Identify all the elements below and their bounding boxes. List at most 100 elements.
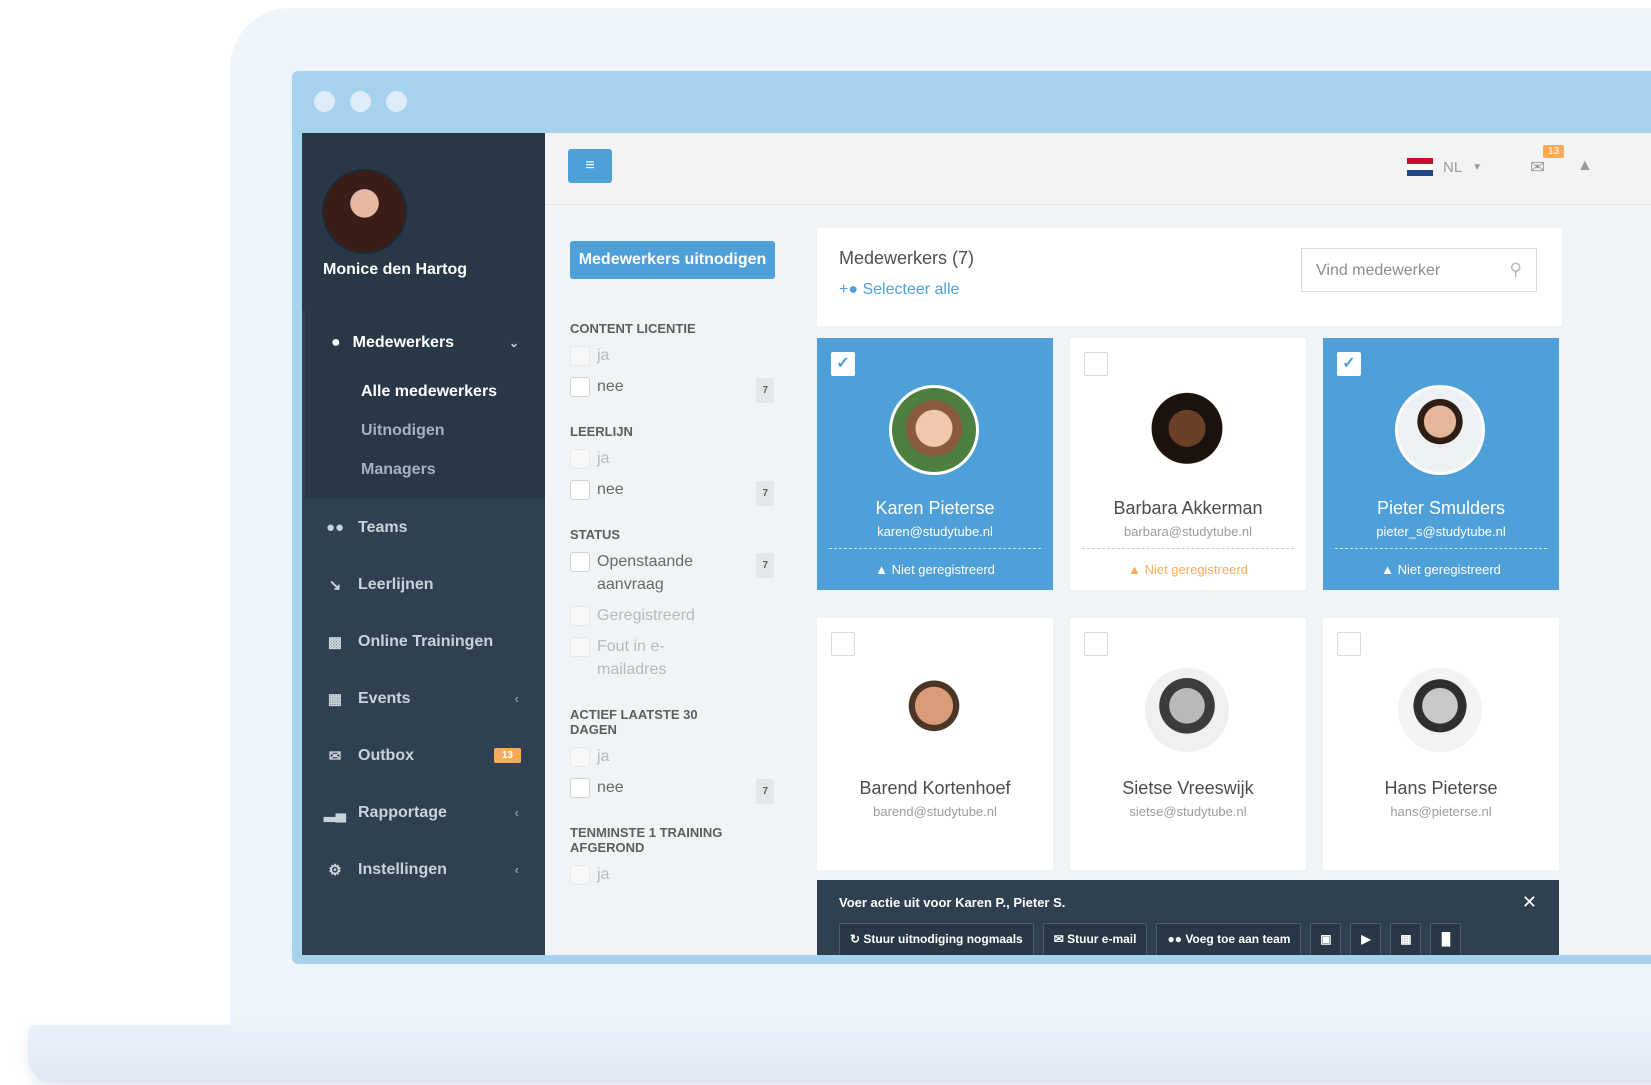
sub-item-uitnodigen[interactable]: Uitnodigen: [305, 411, 545, 450]
card-checkbox[interactable]: ✓: [831, 352, 855, 376]
language-selector[interactable]: NL ▼: [1407, 158, 1482, 176]
bulk-action-bar: Voer actie uit voor Karen P., Pieter S. …: [817, 880, 1559, 955]
close-icon[interactable]: ✕: [1522, 892, 1537, 913]
divider: [829, 548, 1041, 549]
filter-option[interactable]: nee 7: [570, 375, 780, 403]
add-user-icon: +●: [839, 281, 859, 298]
bell-icon[interactable]: ▲: [1577, 157, 1593, 175]
card-checkbox[interactable]: ✓: [1337, 352, 1361, 376]
filter-option[interactable]: Fout in e-mailadres: [570, 635, 780, 681]
card-checkbox[interactable]: [1084, 352, 1108, 376]
filter-option[interactable]: ja: [570, 863, 780, 886]
filter-title: STATUS: [570, 527, 621, 542]
card-checkbox[interactable]: [1337, 632, 1361, 656]
filter-panel: Medewerkers uitnodigen CONTENT LICENTIE …: [570, 241, 780, 886]
filter-option-label: nee: [597, 481, 624, 498]
envelope-icon: ✉: [1053, 932, 1068, 946]
resend-invite-button[interactable]: ↻ Stuur uitnodiging nogmaals: [839, 923, 1034, 955]
play-button[interactable]: ▶: [1350, 923, 1382, 955]
invite-employees-button[interactable]: Medewerkers uitnodigen: [570, 241, 775, 279]
employee-name: Hans Pieterse: [1384, 778, 1498, 798]
send-email-button[interactable]: ✉ Stuur e-mail: [1042, 923, 1148, 955]
sidebar-item-online-trainingen[interactable]: ▩ Online Trainingen: [302, 613, 545, 670]
search-input[interactable]: Vind medewerker ⚲: [1301, 248, 1537, 292]
filter-count: 7: [756, 779, 774, 804]
employee-card[interactable]: Barend Kortenhoef barend@studytube.nl: [817, 618, 1053, 870]
add-to-team-button[interactable]: ●● Voeg toe aan team: [1156, 923, 1302, 955]
page-title: Medewerkers (7): [839, 248, 975, 268]
filter-option[interactable]: ja: [570, 447, 780, 470]
checkbox[interactable]: [570, 637, 590, 657]
search-icon[interactable]: ⚲: [1510, 260, 1522, 280]
sidebar-item-leerlijnen[interactable]: ↘ Leerlijnen: [302, 556, 545, 613]
checkbox[interactable]: [570, 606, 590, 626]
employee-name: Barbara Akkerman: [1113, 498, 1263, 518]
divider: [1082, 548, 1294, 549]
profile-avatar[interactable]: [322, 169, 407, 254]
calendar-button[interactable]: ▦: [1390, 923, 1422, 955]
sub-item-managers[interactable]: Managers: [305, 450, 545, 489]
window-close-dot[interactable]: [314, 91, 335, 112]
avatar: [1142, 385, 1232, 475]
delete-button[interactable]: █: [1430, 923, 1462, 955]
sidebar-item-outbox[interactable]: ✉ Outbox 13: [302, 727, 545, 784]
employee-name: Pieter Smulders: [1376, 498, 1506, 518]
checkbox[interactable]: [570, 552, 590, 572]
avatar: [1395, 385, 1485, 475]
sidebar-item-events[interactable]: ▦ Events ‹: [302, 670, 545, 727]
employee-card[interactable]: Hans Pieterse hans@pieterse.nl: [1323, 618, 1559, 870]
sidebar-item-label: Teams: [358, 518, 408, 536]
filter-option[interactable]: ja: [570, 745, 780, 768]
checkbox[interactable]: [570, 346, 590, 366]
monitor-icon: ▩: [327, 633, 343, 651]
employees-panel-header: Medewerkers (7) +● Selecteer alle Vind m…: [817, 228, 1562, 326]
archive-button[interactable]: ▣: [1310, 923, 1342, 955]
card-checkbox[interactable]: [1084, 632, 1108, 656]
filter-option[interactable]: ja: [570, 344, 780, 367]
filter-option[interactable]: Geregistreerd: [570, 604, 780, 627]
sidebar-item-instellingen[interactable]: ⚙ Instellingen ‹: [302, 841, 545, 898]
employee-email: barbara@studytube.nl: [1123, 524, 1253, 539]
action-buttons: ↻ Stuur uitnodiging nogmaals ✉ Stuur e-m…: [839, 923, 1462, 955]
employee-card[interactable]: ✓ Karen Pieterse karen@studytube.nl ▲ Ni…: [817, 338, 1053, 590]
filter-option[interactable]: Openstaande aanvraag 7: [570, 550, 780, 596]
menu-toggle-button[interactable]: ≡: [568, 149, 612, 183]
window-maximize-dot[interactable]: [386, 91, 407, 112]
mail-icon[interactable]: ✉: [1530, 157, 1545, 178]
filter-option[interactable]: nee 7: [570, 776, 780, 804]
checkbox[interactable]: [570, 480, 590, 500]
filter-option[interactable]: nee 7: [570, 478, 780, 506]
employee-email: hans@pieterse.nl: [1390, 804, 1492, 819]
button-label: Voeg toe aan team: [1185, 932, 1291, 946]
card-checkbox[interactable]: [831, 632, 855, 656]
employee-email: pieter_s@studytube.nl: [1376, 524, 1506, 539]
status-label: Niet geregistreerd: [1397, 562, 1501, 577]
sub-item-alle-medewerkers[interactable]: Alle medewerkers: [305, 372, 545, 411]
checkbox[interactable]: [570, 377, 590, 397]
checkbox[interactable]: [570, 865, 590, 885]
sidebar: Monice den Hartog ● Medewerkers ⌄ Alle m…: [302, 133, 545, 955]
chevron-left-icon: ‹: [514, 805, 519, 820]
employee-card[interactable]: Sietse Vreeswijk sietse@studytube.nl: [1070, 618, 1306, 870]
checkbox[interactable]: [570, 747, 590, 767]
select-all-link[interactable]: +● Selecteer alle: [839, 281, 959, 299]
filter-title: TENMINSTE 1 TRAINING AFGEROND: [570, 825, 723, 855]
sidebar-item-label: Outbox: [358, 746, 414, 764]
filter-option-label: ja: [597, 748, 610, 765]
play-icon: ▶: [1361, 932, 1371, 946]
status-label: Niet geregistreerd: [1144, 562, 1248, 577]
checkbox[interactable]: [570, 449, 590, 469]
envelope-icon: ✉: [328, 747, 342, 765]
sidebar-item-teams[interactable]: ●● Teams: [302, 499, 545, 556]
employee-card[interactable]: Barbara Akkerman barbara@studytube.nl ▲ …: [1070, 338, 1306, 590]
chevron-left-icon: ‹: [514, 691, 519, 706]
filter-count: 7: [756, 378, 774, 403]
nav-item-medewerkers[interactable]: ● Medewerkers ⌄: [305, 328, 545, 358]
checkbox[interactable]: [570, 778, 590, 798]
window-minimize-dot[interactable]: [350, 91, 371, 112]
warning-icon: ▲: [1381, 562, 1398, 577]
employee-email: barend@studytube.nl: [873, 804, 997, 819]
employee-card[interactable]: ✓ Pieter Smulders pieter_s@studytube.nl …: [1323, 338, 1559, 590]
sidebar-item-rapportage[interactable]: ▂▄ Rapportage ‹: [302, 784, 545, 841]
profile-name[interactable]: Monice den Hartog: [323, 261, 467, 279]
